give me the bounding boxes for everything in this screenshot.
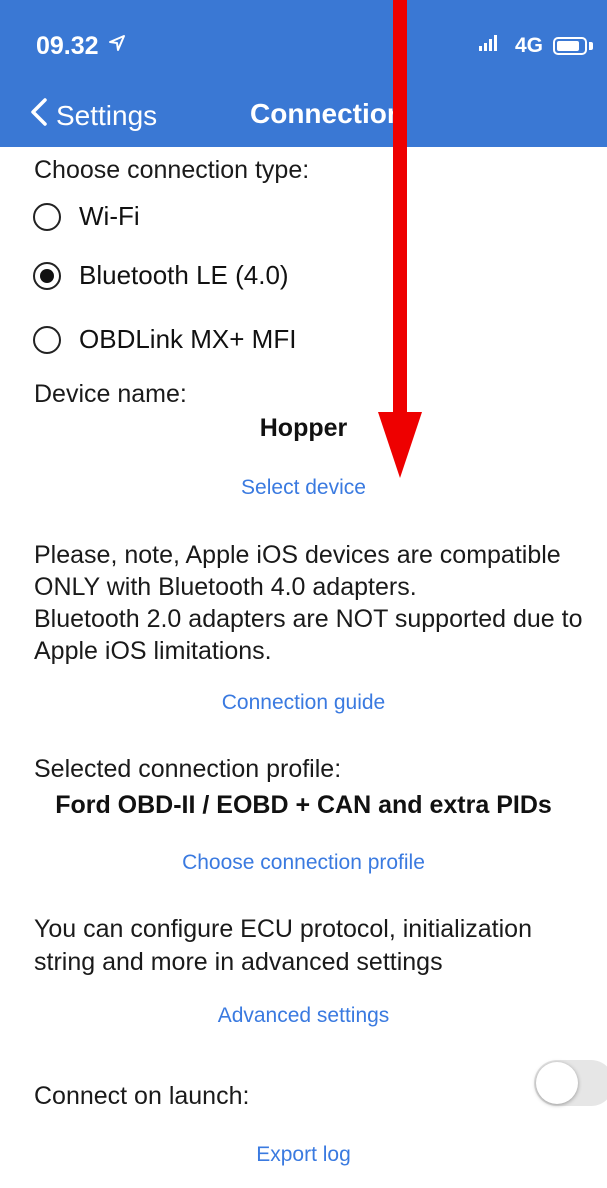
note-line-1: Please, note, Apple iOS devices are comp…	[34, 541, 561, 569]
device-name-value: Hopper	[259, 414, 348, 442]
radio-button[interactable]	[33, 202, 61, 231]
radio-label: OBDLink MX+ MFI	[79, 324, 297, 354]
location-icon	[108, 34, 126, 57]
profile-label: Selected connection profile:	[34, 755, 342, 783]
battery-cap	[589, 42, 593, 50]
advanced-settings-link[interactable]: Advanced settings	[0, 1004, 607, 1028]
radio-label: Bluetooth LE (4.0)	[79, 260, 289, 290]
connection-type-heading: Choose connection type:	[34, 156, 310, 184]
radio-button-checked[interactable]	[33, 261, 61, 290]
profile-name: Ford OBD-II / EOBD + CAN and extra PIDs	[55, 791, 552, 819]
note-line-2: ONLY with Bluetooth 4.0 adapters.	[34, 573, 417, 601]
connect-on-launch-label: Connect on launch:	[34, 1082, 250, 1110]
radio-button[interactable]	[33, 325, 61, 354]
back-button[interactable]: Settings	[30, 98, 157, 133]
signal-icon	[478, 34, 505, 58]
choose-profile-link[interactable]: Choose connection profile	[0, 851, 607, 875]
radio-option-obdlink[interactable]: OBDLink MX+ MFI	[33, 324, 296, 355]
radio-option-wifi[interactable]: Wi-Fi	[33, 201, 140, 232]
header-bar: 09.32 4G Settings Connection	[0, 0, 607, 147]
radio-option-bluetooth-le[interactable]: Bluetooth LE (4.0)	[33, 260, 289, 291]
note-line-3: Bluetooth 2.0 adapters are NOT supported…	[34, 605, 583, 633]
status-right: 4G	[478, 34, 593, 58]
radio-label: Wi-Fi	[79, 201, 140, 231]
note-line-4: Apple iOS limitations.	[34, 637, 272, 665]
status-time: 09.32	[36, 32, 99, 60]
toggle-knob	[536, 1062, 578, 1104]
advanced-note-line-2: string and more in advanced settings	[34, 948, 443, 976]
back-label: Settings	[56, 99, 158, 131]
export-log-link[interactable]: Export log	[0, 1143, 607, 1167]
device-name-label: Device name:	[34, 380, 187, 408]
connect-on-launch-toggle[interactable]	[534, 1060, 607, 1106]
battery-icon	[553, 37, 587, 55]
connection-guide-link[interactable]: Connection guide	[0, 691, 607, 715]
chevron-left-icon	[30, 98, 48, 133]
annotation-arrow	[378, 0, 422, 478]
select-device-link[interactable]: Select device	[0, 476, 607, 500]
network-label: 4G	[514, 34, 543, 57]
advanced-note-line-1: You can configure ECU protocol, initiali…	[34, 915, 532, 943]
